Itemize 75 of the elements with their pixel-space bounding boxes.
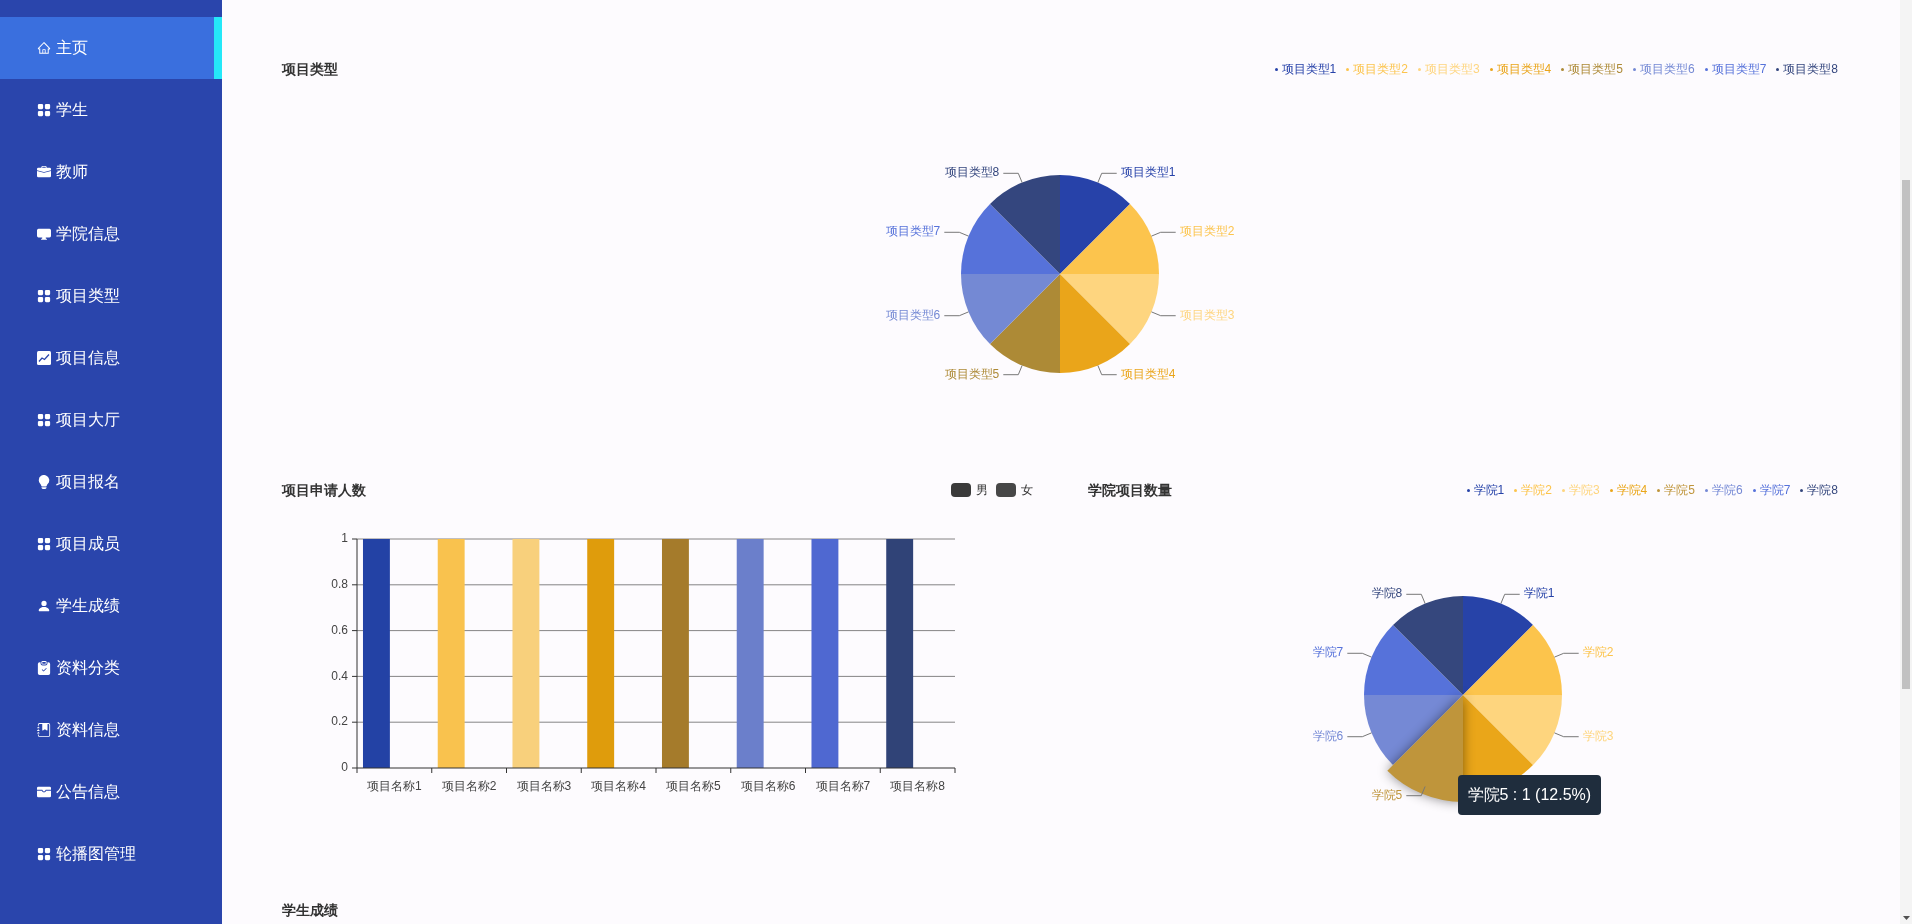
slice-label: 项目类型4 bbox=[1120, 366, 1176, 381]
axis-label: 项目名称4 bbox=[591, 779, 646, 794]
slice-label: 项目类型6 bbox=[885, 307, 941, 322]
leader-line bbox=[1553, 652, 1579, 658]
leader-line bbox=[1097, 172, 1118, 184]
grid-icon bbox=[37, 289, 51, 303]
sidebar-item[interactable]: 主页 bbox=[0, 17, 222, 79]
scrollbar[interactable] bbox=[1900, 0, 1912, 924]
person-icon bbox=[37, 599, 51, 613]
axis-label: 0.4 bbox=[331, 668, 348, 683]
slice-label: 项目类型2 bbox=[1179, 224, 1235, 239]
leader-line bbox=[1346, 652, 1372, 658]
axis-label: 0.8 bbox=[331, 576, 348, 591]
leader-line bbox=[1346, 732, 1372, 738]
axis-label: 项目名称5 bbox=[666, 779, 721, 794]
legend-item[interactable]: 项目类型1 bbox=[1274, 60, 1337, 78]
legend-item[interactable]: 学院7 bbox=[1752, 481, 1791, 499]
slice-label: 学院8 bbox=[1371, 586, 1403, 601]
leader-line bbox=[1405, 593, 1426, 605]
briefcase-icon bbox=[37, 165, 51, 179]
axis-label: 0.6 bbox=[331, 622, 348, 637]
home-icon bbox=[37, 41, 51, 55]
axis-label: 项目名称2 bbox=[441, 779, 497, 794]
legend-item[interactable]: 学院8 bbox=[1800, 481, 1838, 499]
chart-tooltip: 学院5 : 1 (12.5%) bbox=[1457, 775, 1602, 815]
leader-line bbox=[1405, 785, 1426, 797]
leader-line bbox=[1002, 364, 1023, 376]
slice-label: 学院7 bbox=[1312, 645, 1344, 660]
grid-icon bbox=[37, 537, 51, 551]
section-title: 项目申请人数 bbox=[282, 480, 366, 500]
section-title: 项目类型 bbox=[282, 59, 338, 79]
clipboard-check-icon bbox=[37, 661, 51, 675]
legend-item[interactable]: 男 bbox=[950, 481, 988, 499]
leader-line bbox=[943, 231, 970, 237]
slice-label: 学院6 bbox=[1312, 728, 1344, 743]
slice-label: 项目类型8 bbox=[944, 165, 1000, 180]
leader-line bbox=[1150, 311, 1177, 317]
axis-label: 项目名称7 bbox=[815, 779, 871, 794]
grid-icon bbox=[37, 847, 51, 861]
axis-label: 0.2 bbox=[331, 714, 348, 729]
legend-item[interactable]: 项目类型8 bbox=[1776, 60, 1838, 78]
line-chart-icon bbox=[37, 351, 51, 365]
scroll-down-arrow-icon[interactable] bbox=[1902, 916, 1910, 920]
slice-label: 学院2 bbox=[1582, 645, 1614, 660]
axis-label: 项目名称6 bbox=[740, 779, 796, 794]
wallet-icon bbox=[37, 785, 51, 799]
legend-item[interactable]: 女 bbox=[995, 481, 1033, 499]
axis-label: 项目名称3 bbox=[516, 779, 572, 794]
slice-label: 项目类型3 bbox=[1179, 307, 1235, 322]
leader-line bbox=[1553, 732, 1579, 738]
slice-label: 学院1 bbox=[1523, 586, 1555, 601]
axis-label: 0 bbox=[341, 760, 348, 775]
slice-label: 学院3 bbox=[1582, 728, 1614, 743]
grid-icon bbox=[37, 413, 51, 427]
slice-label: 项目类型1 bbox=[1120, 165, 1176, 180]
leader-line bbox=[1002, 172, 1023, 184]
section-title: 学生成绩 bbox=[282, 900, 338, 920]
axis-label: 1 bbox=[341, 531, 348, 546]
section-title: 学院项目数量 bbox=[1087, 480, 1172, 500]
slice-label: 项目类型7 bbox=[885, 224, 941, 239]
leader-line bbox=[1150, 231, 1177, 237]
leader-line bbox=[943, 311, 970, 317]
axis-label: 项目名称8 bbox=[890, 779, 945, 794]
legend-item[interactable]: 项目类型7 bbox=[1704, 60, 1767, 78]
leader-line bbox=[1500, 593, 1520, 605]
axis-label: 项目名称1 bbox=[367, 779, 422, 794]
slice-label: 学院5 bbox=[1371, 787, 1403, 802]
lightbulb-icon bbox=[37, 475, 51, 489]
book-icon bbox=[37, 723, 51, 737]
legend-item[interactable]: 学院1 bbox=[1466, 481, 1505, 499]
slice-label: 项目类型5 bbox=[944, 366, 1000, 381]
scrollbar-thumb[interactable] bbox=[1902, 180, 1910, 689]
leader-line bbox=[1097, 364, 1118, 376]
monitor-icon bbox=[37, 227, 51, 241]
grid-icon bbox=[37, 103, 51, 117]
